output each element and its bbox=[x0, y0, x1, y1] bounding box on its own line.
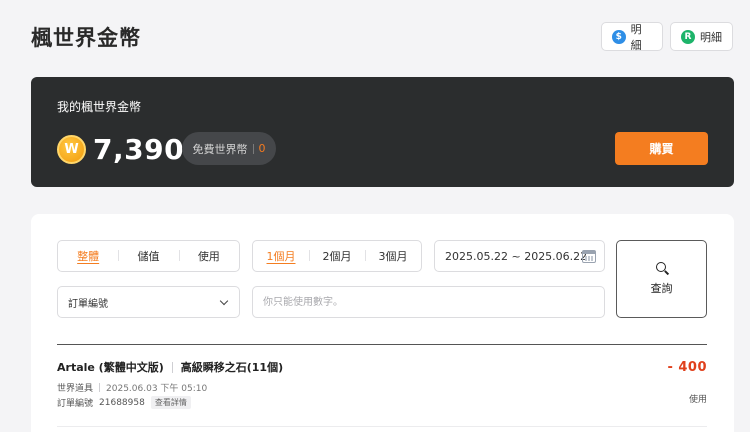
buy-button[interactable]: 購買 bbox=[615, 132, 708, 165]
order-number-input[interactable] bbox=[252, 286, 605, 318]
period-filter-tabs: 1個月 2個月 3個月 bbox=[252, 240, 422, 272]
order-label: 訂單編號 bbox=[57, 399, 94, 409]
cash-history-label: 明細 bbox=[630, 22, 642, 52]
balance-amount: 7,390 bbox=[93, 133, 185, 166]
date-range-value: 2025.05.22 ~ 2025.06.22 bbox=[445, 249, 588, 263]
tab-2-months[interactable]: 2個月 bbox=[309, 248, 365, 264]
cash-history-button[interactable]: $ 明細 bbox=[601, 22, 663, 52]
transaction-order: 訂單編號 21688958 查看詳情 bbox=[57, 396, 191, 409]
search-button[interactable]: 查詢 bbox=[616, 240, 707, 318]
calendar-icon[interactable] bbox=[582, 250, 596, 263]
tab-3-months[interactable]: 3個月 bbox=[365, 248, 421, 264]
balance-label: 我的楓世界金幣 bbox=[57, 100, 142, 114]
view-details-link[interactable]: 查看詳情 bbox=[150, 396, 191, 409]
item-category: 世界道具 bbox=[57, 384, 94, 394]
list-top-divider bbox=[57, 344, 707, 345]
game-name: Artale (繁體中文版) bbox=[57, 361, 164, 374]
search-field-select[interactable]: 訂單編號 bbox=[57, 286, 240, 318]
free-currency-value: 0 bbox=[258, 142, 266, 155]
tab-all[interactable]: 整體 bbox=[58, 248, 118, 264]
balance-card: 我的楓世界金幣 W 7,390 免費世界幣 0 購買 bbox=[31, 77, 734, 187]
item-name: 高級瞬移之石(11個) bbox=[180, 361, 284, 374]
reward-icon: R bbox=[681, 29, 695, 44]
coin-icon: W bbox=[57, 135, 86, 164]
tab-1-month[interactable]: 1個月 bbox=[253, 248, 309, 264]
divider bbox=[171, 361, 173, 373]
tab-use[interactable]: 使用 bbox=[178, 248, 239, 264]
search-icon bbox=[655, 262, 668, 274]
type-filter-tabs: 整體 儲值 使用 bbox=[57, 240, 240, 272]
page-title: 楓世界金幣 bbox=[31, 26, 141, 50]
transaction-meta: 世界道具 2025.06.03 下午 05:10 bbox=[57, 381, 207, 394]
divider bbox=[99, 383, 101, 392]
transaction-amount: - 400 bbox=[667, 360, 707, 375]
transaction-datetime: 2025.06.03 下午 05:10 bbox=[106, 384, 208, 394]
date-range-picker[interactable]: 2025.05.22 ~ 2025.06.22 bbox=[434, 240, 605, 272]
select-value: 訂單編號 bbox=[68, 298, 108, 310]
divider bbox=[252, 143, 254, 154]
free-currency-badge: 免費世界幣 0 bbox=[182, 132, 276, 165]
row-divider bbox=[57, 426, 707, 427]
search-button-label: 查詢 bbox=[650, 282, 673, 295]
reward-history-button[interactable]: R 明細 bbox=[670, 22, 733, 51]
order-number: 21688958 bbox=[99, 397, 145, 408]
dollar-icon: $ bbox=[612, 29, 626, 44]
transaction-type: 使用 bbox=[688, 395, 707, 405]
tab-charge[interactable]: 儲值 bbox=[118, 248, 178, 264]
transaction-title: Artale (繁體中文版) 高級瞬移之石(11個) bbox=[57, 359, 283, 375]
chevron-down-icon bbox=[219, 296, 229, 305]
reward-history-label: 明細 bbox=[700, 30, 722, 44]
free-currency-label: 免費世界幣 bbox=[192, 142, 248, 156]
